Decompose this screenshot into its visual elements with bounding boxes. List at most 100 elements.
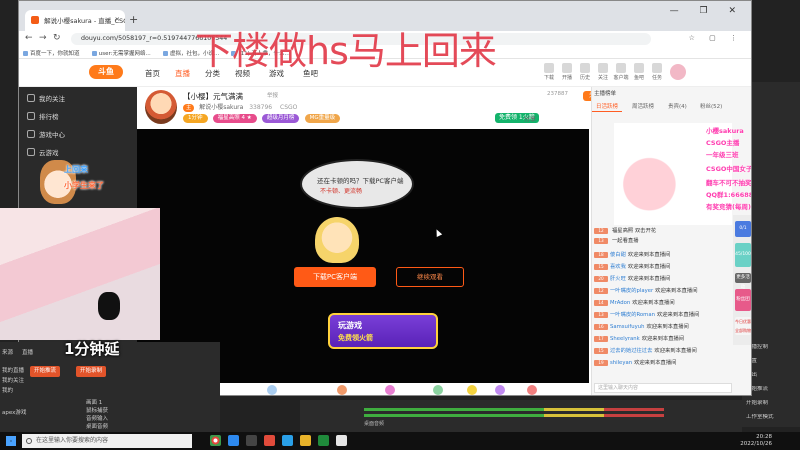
mouse-cursor <box>433 228 443 237</box>
gift-icon[interactable] <box>527 385 537 395</box>
start-record-button[interactable]: 开始录制 <box>76 366 107 377</box>
activity-item[interactable]: 0/1 <box>735 221 751 237</box>
new-tab-icon[interactable]: + <box>129 13 138 26</box>
dock-item[interactable]: 开始推流 <box>746 386 796 393</box>
system-clock[interactable]: 20:28 2022/10/26 <box>740 434 772 448</box>
obs-label: 直播 <box>22 350 34 356</box>
game-promo-banner[interactable]: 玩游戏 免费领火箭 <box>328 313 438 349</box>
gift-icon[interactable] <box>495 385 505 395</box>
obs-side-item[interactable]: 我的关注 <box>2 376 24 384</box>
banner-line: 小樱sakura <box>706 127 744 135</box>
tab-fans[interactable]: 粉丝(52) <box>696 101 726 111</box>
continue-watch-button[interactable]: 继续观看 <box>396 267 464 287</box>
dock-item[interactable]: 设置 <box>746 358 796 365</box>
sidebar-item-rank[interactable]: 排行榜 <box>27 111 59 121</box>
tab-daily[interactable]: 日活跃榜 <box>592 101 623 112</box>
folder-icon[interactable] <box>300 435 311 446</box>
forward-icon[interactable]: → <box>39 33 47 43</box>
header-start-live[interactable]: 开播 <box>557 63 577 81</box>
close-tab-icon[interactable]: × <box>115 15 120 23</box>
share-button[interactable]: 分享 <box>524 114 536 123</box>
nav-home[interactable]: 首页 <box>145 68 160 79</box>
chrome-icon[interactable] <box>210 435 221 446</box>
window-controls[interactable]: — ❐ ✕ <box>670 6 745 16</box>
gift-icon[interactable] <box>267 385 277 395</box>
obs-side-item[interactable]: 我的 <box>2 386 13 394</box>
download-icon <box>544 63 554 73</box>
promo-line-2: 免费领火箭 <box>338 334 373 342</box>
gift-icon[interactable] <box>337 385 347 395</box>
source-item[interactable]: 画面 1 <box>86 398 102 406</box>
audio-meter <box>364 408 664 411</box>
obs-side-item[interactable]: apex游戏 <box>2 408 26 416</box>
badge[interactable]: 福星高照 4 ★ <box>212 114 257 123</box>
reload-icon[interactable]: ↻ <box>53 33 61 43</box>
fish-icon <box>634 63 644 73</box>
taskbar-search[interactable]: 在这里输入你要搜索的内容 <box>22 434 192 448</box>
tab-vip[interactable]: 贵宾(4) <box>664 101 691 111</box>
app-icon[interactable] <box>282 435 293 446</box>
app-icon[interactable] <box>336 435 347 446</box>
douyu-logo[interactable]: 斗鱼 <box>89 65 123 79</box>
app-icon[interactable] <box>228 435 239 446</box>
dock-item[interactable]: 退出 <box>746 372 796 379</box>
banner-line: 一年级三班 <box>706 151 739 159</box>
vtuber-overlay: 上回来 小学生来了 <box>30 158 150 206</box>
back-icon[interactable]: ← <box>25 33 33 43</box>
activity-item[interactable]: 更多活动 <box>735 273 751 290</box>
source-item[interactable]: 鼠标捕获 <box>86 406 108 414</box>
header-task[interactable]: 任务 <box>647 63 667 81</box>
gift-icon[interactable] <box>433 385 443 395</box>
sidebar-item-game-center[interactable]: 游戏中心 <box>27 129 65 139</box>
header-history[interactable]: 历史 <box>575 63 595 81</box>
banner-line: CSGO中国女子队 <box>706 165 752 173</box>
app-icon[interactable] <box>318 435 329 446</box>
badge[interactable]: 超级月月榜 <box>261 114 300 123</box>
activity-item[interactable]: 粉丝团 <box>735 289 751 311</box>
streamer-name[interactable]: 解说小樱sakura <box>199 104 243 111</box>
activity-item[interactable]: 今日优惠全部购物 <box>735 317 751 335</box>
toolbar-extension-icons[interactable]: ☆ ▢ ⋮ <box>689 34 743 42</box>
app-icon[interactable] <box>264 435 275 446</box>
dock-item[interactable]: 工作室模式 <box>746 414 796 421</box>
gift-icon[interactable] <box>385 385 395 395</box>
browser-tab[interactable]: 解说小樱sakura - 直播_CSGO直 × <box>25 10 125 31</box>
windows-start-icon[interactable] <box>6 436 16 446</box>
tab-weekly[interactable]: 周活跃榜 <box>628 101 658 111</box>
sidebar-item-follow[interactable]: 我的关注 <box>27 93 65 103</box>
ranking-header: 主播榜单 <box>594 91 617 97</box>
source-item[interactable]: 音频输入 <box>86 414 108 422</box>
streamer-avatar[interactable] <box>145 90 177 124</box>
chat-message: 17 Sheelyrank 欢迎来到本直播间 <box>594 335 734 344</box>
header-client[interactable]: 客户端 <box>611 63 631 81</box>
clock-time: 20:28 <box>756 434 772 440</box>
app-icon[interactable] <box>246 435 257 446</box>
chat-input[interactable]: 这里输入聊天内容 <box>594 383 732 393</box>
header-follow[interactable]: 关注 <box>593 63 613 81</box>
nav-live[interactable]: 直播 <box>175 68 190 79</box>
report-link[interactable]: 举报 <box>267 91 278 99</box>
gift-icon[interactable] <box>467 385 477 395</box>
chat-message: 19 shileyan 欢迎来到本直播间 <box>594 359 734 368</box>
badge[interactable]: MG重量级 <box>304 114 341 123</box>
header-yuba[interactable]: 鱼吧 <box>629 63 649 81</box>
bookmark-item[interactable]: user:无需掌握网络... <box>92 49 151 57</box>
obs-side-item[interactable]: 我的直播 <box>2 366 24 374</box>
badge[interactable]: 1分钟 <box>183 114 208 123</box>
category-link[interactable]: CSGO <box>280 104 297 111</box>
header-download[interactable]: 下载 <box>539 63 559 81</box>
activity-item[interactable]: 45/100 <box>735 243 751 267</box>
webcam-caption: 1分钟延 <box>64 340 120 358</box>
microphone-image <box>98 292 120 320</box>
camera-icon <box>562 63 572 73</box>
user-avatar[interactable] <box>670 64 686 80</box>
sidebar-item-cloud-game[interactable]: 云游戏 <box>27 147 59 157</box>
dock-item[interactable]: 开始录制 <box>746 400 796 407</box>
dock-item[interactable]: 直播控制 <box>746 344 796 351</box>
mascot-image <box>315 217 359 263</box>
source-item[interactable]: 桌面音频 <box>86 422 108 430</box>
bookmark-item[interactable]: 百度一下，你就知道 <box>23 49 80 57</box>
start-stream-button[interactable]: 开始推流 <box>30 366 61 377</box>
download-tip-bubble: 还在卡顿的吗？下载PC客户端 不卡顿、更流畅 <box>300 159 414 209</box>
download-client-button[interactable]: 下载PC客户端 <box>294 267 376 287</box>
